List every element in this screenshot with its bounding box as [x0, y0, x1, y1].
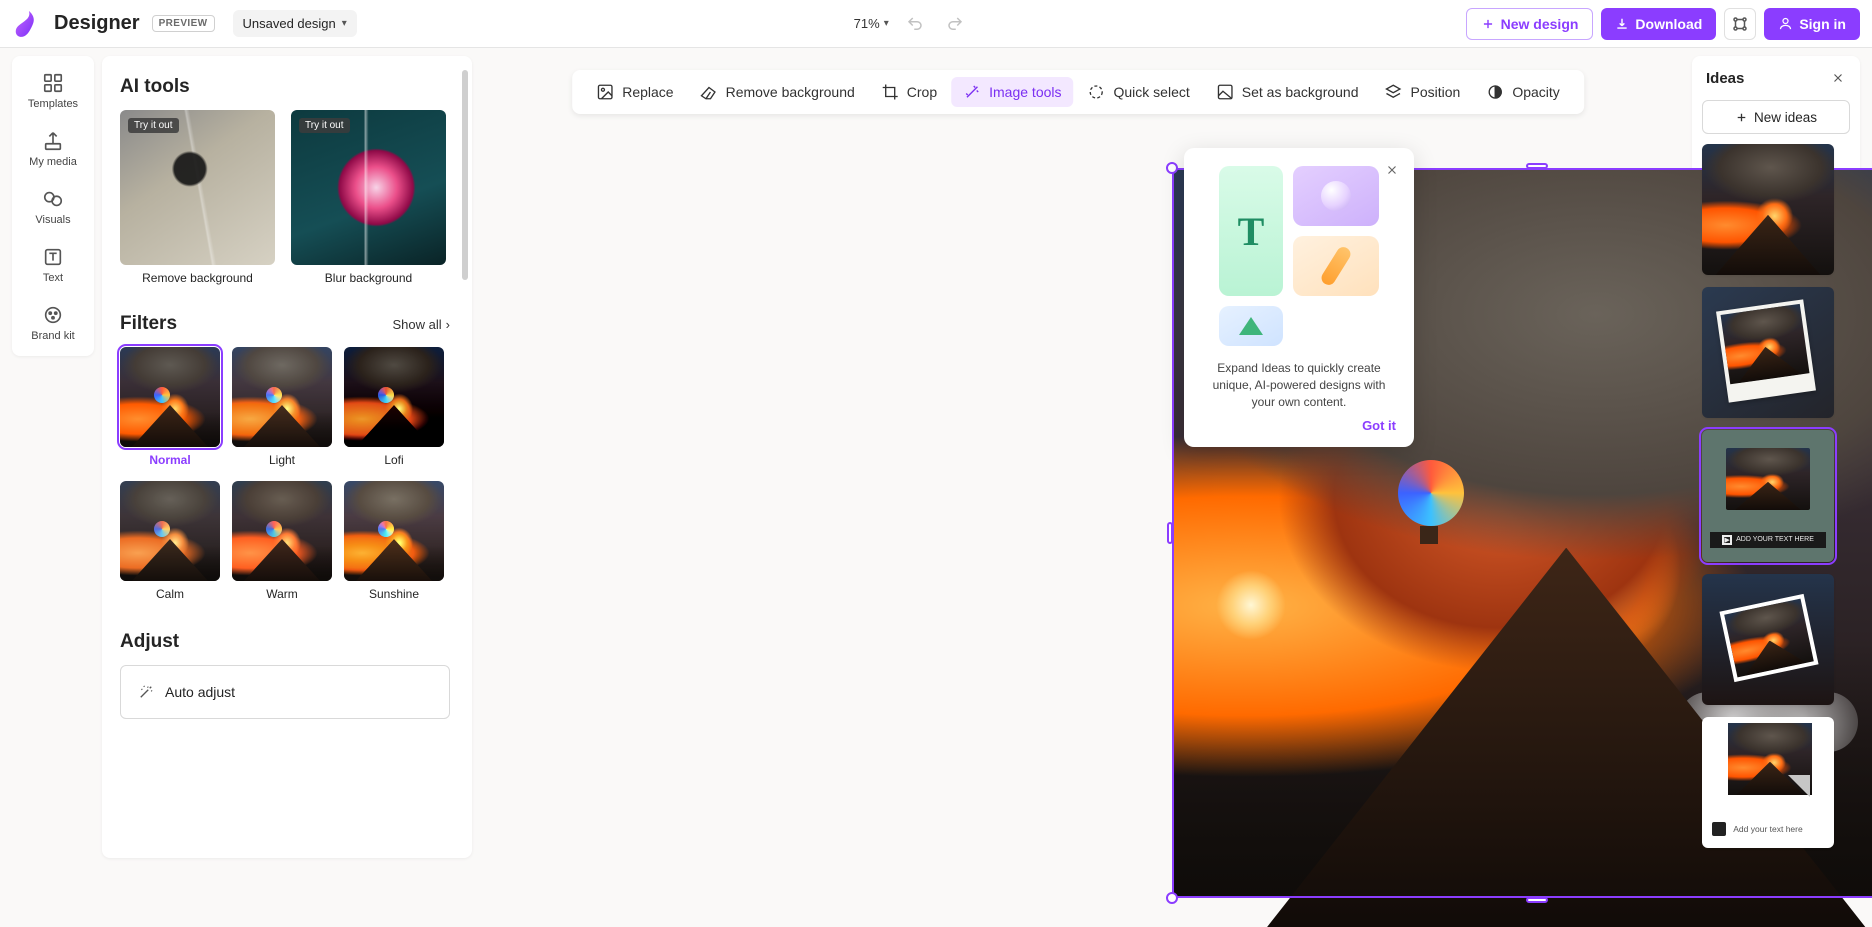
app-logo	[12, 9, 42, 39]
app-name: Designer	[54, 12, 140, 35]
eraser-icon	[700, 83, 718, 101]
resize-handle-w[interactable]	[1167, 522, 1173, 544]
chevron-down-icon: ▾	[884, 18, 889, 29]
download-button[interactable]: Download	[1601, 8, 1716, 40]
ai-remove-bg-card[interactable]: Try it out Remove background	[120, 110, 275, 285]
rail-brand-kit[interactable]: Brand kit	[20, 296, 86, 348]
ctx-quick-select[interactable]: Quick select	[1076, 77, 1202, 107]
filter-normal[interactable]: Normal	[120, 347, 220, 467]
resize-handle-sw[interactable]	[1166, 892, 1178, 904]
ctx-replace[interactable]: Replace	[584, 77, 685, 107]
filter-lofi[interactable]: Lofi	[344, 347, 444, 467]
magic-wand-icon	[963, 83, 981, 101]
lasso-icon	[1088, 83, 1106, 101]
crop-icon	[881, 83, 899, 101]
nav-rail: Templates My media Visuals Text Brand ki…	[12, 56, 94, 356]
popover-close[interactable]	[1380, 158, 1404, 182]
popover-pencil-tile-icon	[1293, 236, 1379, 296]
try-it-badge: Try it out	[128, 118, 179, 133]
ctx-position[interactable]: Position	[1373, 77, 1473, 107]
play-icon: ▶	[1722, 535, 1732, 545]
try-it-badge: Try it out	[299, 118, 350, 133]
design-name: Unsaved design	[243, 16, 336, 31]
new-design-label: New design	[1501, 16, 1579, 32]
download-label: Download	[1635, 16, 1702, 32]
design-name-dropdown[interactable]: Unsaved design ▾	[233, 10, 357, 37]
idea-thumb-4[interactable]	[1702, 574, 1834, 705]
rail-visuals[interactable]: Visuals	[20, 180, 86, 232]
resize-handle-nw[interactable]	[1166, 162, 1178, 174]
filters-title: Filters	[120, 313, 177, 335]
undo-button[interactable]	[901, 10, 929, 38]
filter-calm[interactable]: Calm	[120, 481, 220, 601]
rail-text[interactable]: Text	[20, 238, 86, 290]
rail-my-media[interactable]: My media	[20, 122, 86, 174]
resize-handle-n[interactable]	[1526, 163, 1548, 169]
filter-grid: Normal Light Lofi Calm Warm Sunshine	[120, 347, 464, 601]
top-bar: Designer PREVIEW Unsaved design ▾ 71% ▾ …	[0, 0, 1872, 48]
ctx-opacity[interactable]: Opacity	[1474, 77, 1571, 107]
filters-header: Filters Show all ›	[120, 313, 464, 335]
image-context-toolbar: Replace Remove background Crop Image too…	[572, 70, 1584, 114]
adjust-title: Adjust	[120, 631, 464, 653]
ai-remove-bg-label: Remove background	[120, 271, 275, 285]
ctx-set-bg[interactable]: Set as background	[1204, 77, 1371, 107]
idea-thumb-3[interactable]: ▶ADD YOUR TEXT HERE	[1702, 430, 1834, 561]
popover-preview-grid: T	[1202, 166, 1396, 346]
ideas-title: Ideas	[1706, 70, 1744, 87]
filter-sunshine[interactable]: Sunshine	[344, 481, 444, 601]
chevron-right-icon: ›	[446, 317, 450, 332]
ctx-remove-bg[interactable]: Remove background	[688, 77, 867, 107]
ai-tools-title: AI tools	[120, 76, 464, 98]
ideas-header: Ideas	[1692, 56, 1860, 96]
sign-in-button[interactable]: Sign in	[1764, 8, 1860, 40]
topbar-center: 71% ▾	[854, 10, 969, 38]
popover-text-tile-icon: T	[1219, 166, 1283, 296]
canvas-area[interactable]: Replace Remove background Crop Image too…	[472, 48, 1684, 866]
ai-blur-bg-card[interactable]: Try it out Blur background	[291, 110, 446, 285]
sign-in-label: Sign in	[1799, 16, 1846, 32]
redo-button[interactable]	[941, 10, 969, 38]
popover-image-tile-icon	[1219, 306, 1283, 346]
resize-handle-s[interactable]	[1526, 897, 1548, 903]
popover-got-it[interactable]: Got it	[1202, 418, 1396, 433]
tools-panel: AI tools Try it out Remove background Tr…	[102, 56, 472, 858]
idea-thumb-5[interactable]: Add your text here	[1702, 717, 1834, 848]
preview-badge: PREVIEW	[152, 15, 215, 32]
zoom-dropdown[interactable]: 71% ▾	[854, 16, 889, 31]
zoom-value: 71%	[854, 16, 880, 31]
new-ideas-button[interactable]: New ideas	[1702, 100, 1850, 134]
popover-message: Expand Ideas to quickly create unique, A…	[1202, 360, 1396, 410]
idea-thumb-2[interactable]	[1702, 287, 1834, 418]
filter-light[interactable]: Light	[232, 347, 332, 467]
ai-blur-bg-label: Blur background	[291, 271, 446, 285]
idea-thumb-1[interactable]	[1702, 144, 1834, 275]
ideas-tooltip-popover: T Expand Ideas to quickly create unique,…	[1184, 148, 1414, 447]
new-design-button[interactable]: New design	[1466, 8, 1594, 40]
main-area: Templates My media Visuals Text Brand ki…	[0, 48, 1872, 866]
tools-scrollbar[interactable]	[462, 70, 468, 280]
filter-warm[interactable]: Warm	[232, 481, 332, 601]
filters-show-all[interactable]: Show all ›	[393, 317, 450, 332]
popover-shape-tile-icon	[1293, 166, 1379, 226]
topbar-right: New design Download Sign in	[1466, 8, 1860, 40]
rail-templates[interactable]: Templates	[20, 64, 86, 116]
share-flow-icon[interactable]	[1724, 8, 1756, 40]
opacity-icon	[1486, 83, 1504, 101]
ctx-crop[interactable]: Crop	[869, 77, 949, 107]
image-icon	[1216, 83, 1234, 101]
ideas-close[interactable]	[1826, 66, 1850, 90]
auto-adjust-button[interactable]: Auto adjust	[120, 665, 450, 719]
layers-icon	[1385, 83, 1403, 101]
chevron-down-icon: ▾	[342, 18, 347, 29]
ctx-image-tools[interactable]: Image tools	[951, 77, 1073, 107]
wand-icon	[137, 683, 155, 701]
replace-icon	[596, 83, 614, 101]
ai-tools-row: Try it out Remove background Try it out …	[120, 110, 464, 285]
